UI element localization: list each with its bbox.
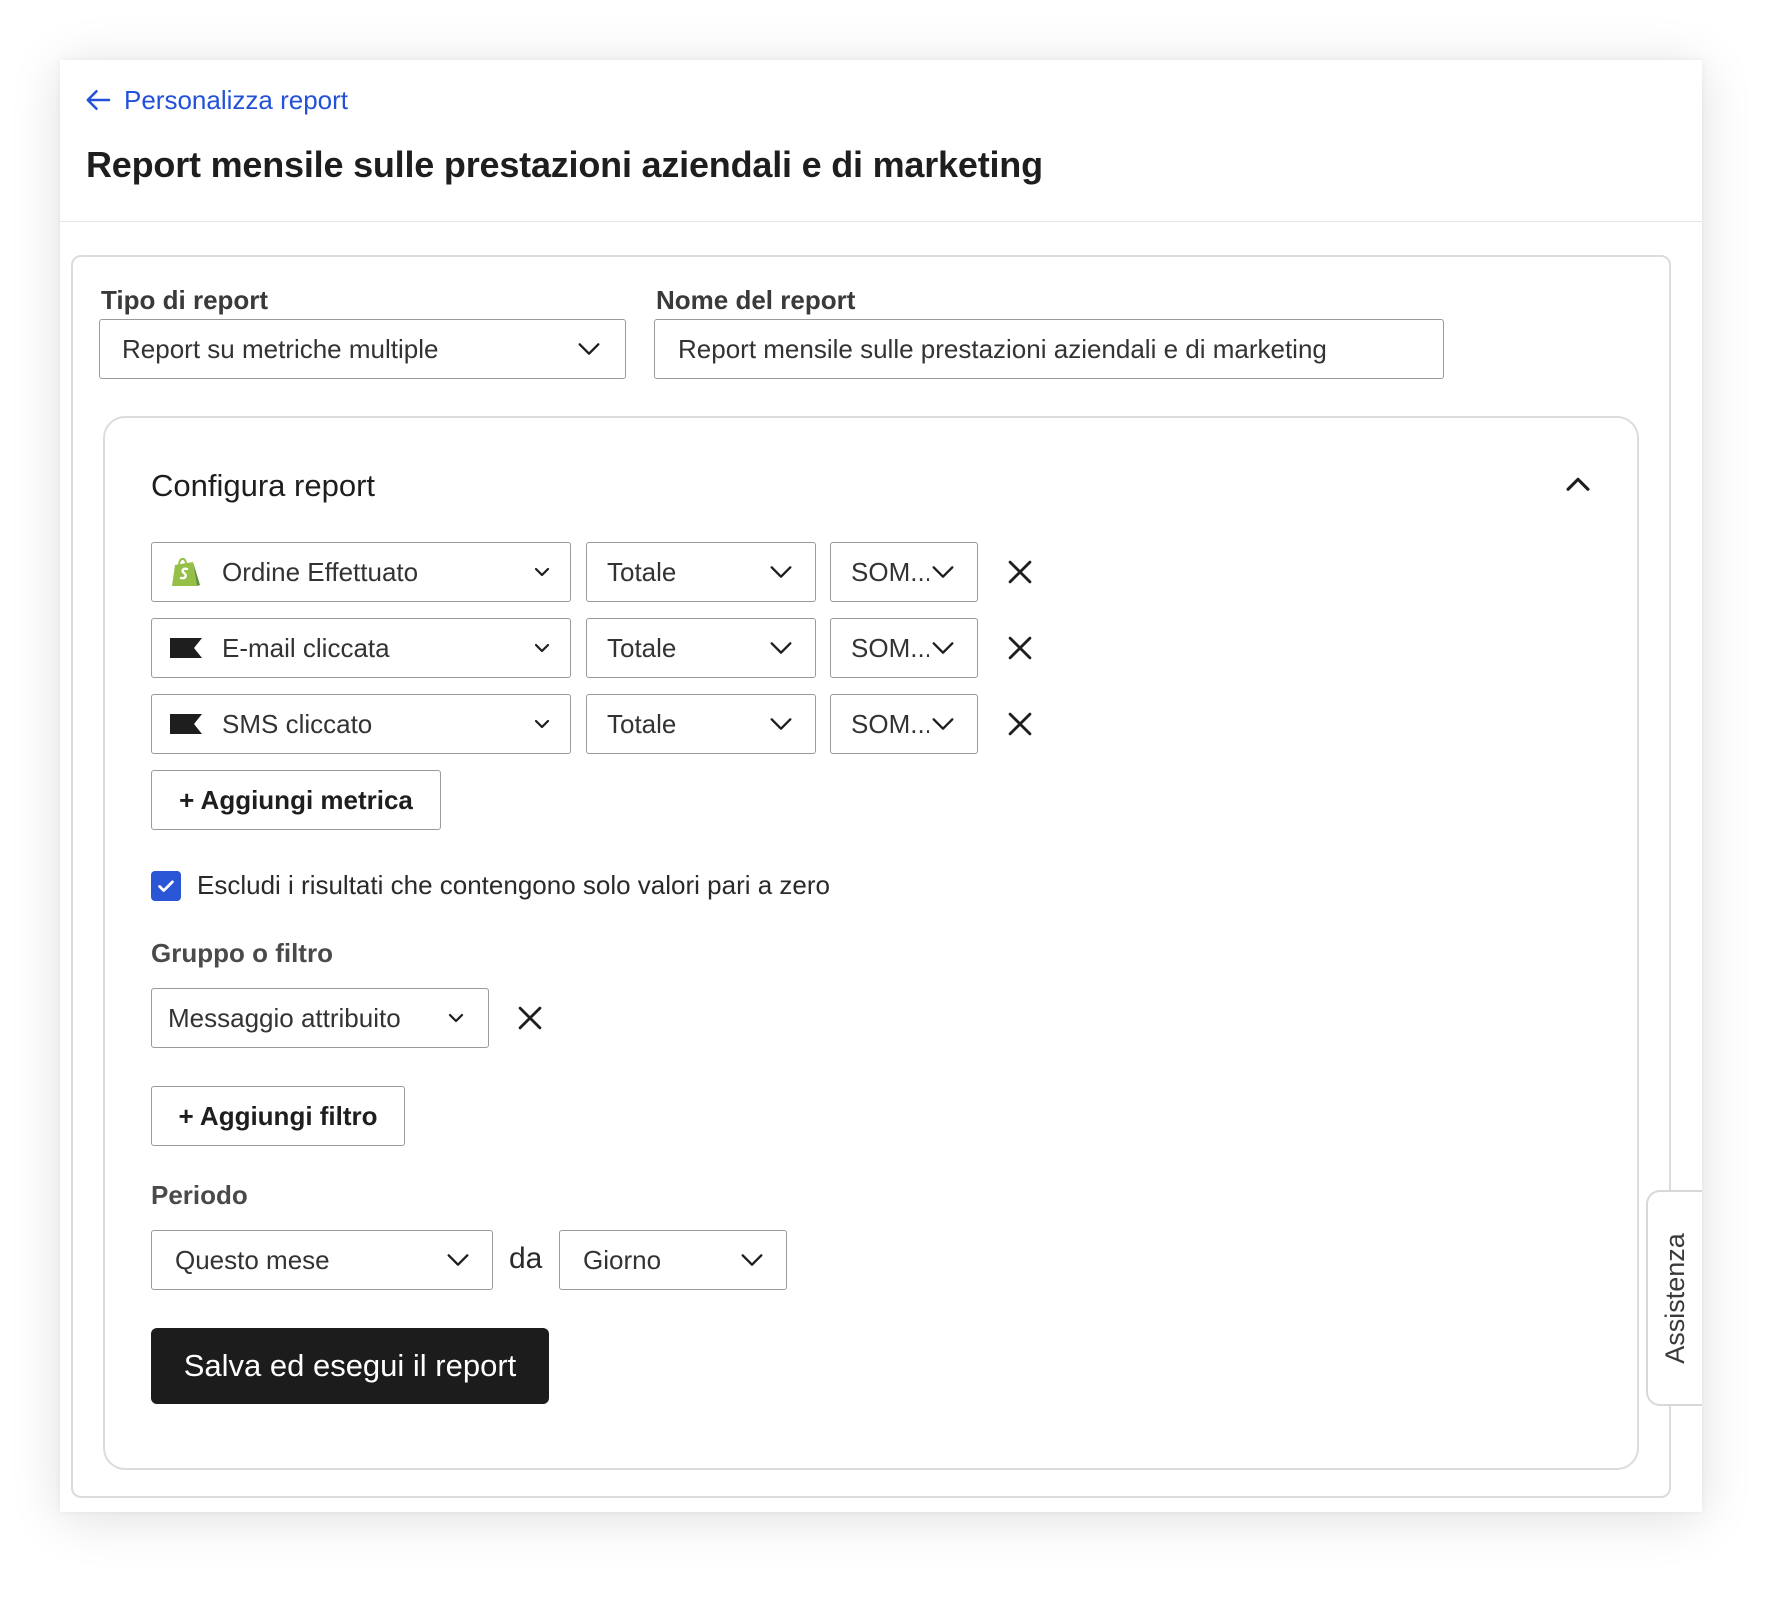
period-label: Periodo	[151, 1180, 248, 1210]
back-link[interactable]: Personalizza report	[84, 80, 348, 120]
chevron-down-icon	[770, 642, 792, 654]
metric-aggregation-select[interactable]: SOM...	[830, 618, 978, 678]
add-metric-button[interactable]: + Aggiungi metrica	[151, 770, 441, 830]
metric-measure-value: Totale	[607, 556, 677, 587]
period-granularity-select[interactable]: Giorno	[559, 1230, 787, 1290]
metric-event-value: Ordine Effettuato	[222, 556, 419, 587]
metric-event-value: E-mail cliccata	[222, 632, 390, 663]
remove-metric-icon[interactable]	[1003, 631, 1037, 665]
configure-report-section: Configura report Ordine Effettuato Total…	[103, 416, 1639, 1470]
period-range-select[interactable]: Questo mese	[151, 1230, 493, 1290]
flag-icon	[170, 714, 202, 734]
chevron-down-icon	[534, 719, 550, 729]
report-type-value: Report su metriche multiple	[122, 333, 439, 364]
help-tab-label: Assistenza	[1659, 1232, 1690, 1364]
configure-report-title: Configura report	[151, 468, 376, 503]
report-name-input[interactable]: Report mensile sulle prestazioni azienda…	[654, 319, 1444, 379]
metric-event-value: SMS cliccato	[222, 708, 373, 739]
group-filter-select[interactable]: Messaggio attribuito	[151, 988, 489, 1048]
save-and-run-button[interactable]: Salva ed esegui il report	[151, 1328, 549, 1404]
checkmark-icon	[158, 880, 174, 892]
report-form-panel: Tipo di report Report su metriche multip…	[71, 255, 1671, 1498]
shopify-icon	[172, 557, 200, 586]
period-range-value: Questo mese	[175, 1244, 330, 1275]
chevron-down-icon	[741, 1254, 763, 1266]
page-title: Report mensile sulle prestazioni azienda…	[86, 144, 1043, 185]
group-filter-label: Gruppo o filtro	[151, 938, 333, 968]
metric-measure-select[interactable]: Totale	[586, 694, 816, 754]
metric-row: Ordine Effettuato Totale SOM...	[151, 542, 1171, 602]
metric-row: E-mail cliccata Totale SOM...	[151, 618, 1171, 678]
metric-measure-select[interactable]: Totale	[586, 618, 816, 678]
metric-aggregation-value: SOM...	[851, 708, 929, 739]
remove-filter-icon[interactable]	[513, 1001, 547, 1035]
metric-measure-value: Totale	[607, 632, 677, 663]
chevron-down-icon	[770, 718, 792, 730]
chevron-down-icon	[770, 566, 792, 578]
remove-metric-icon[interactable]	[1003, 707, 1037, 741]
help-tab[interactable]: Assistenza	[1646, 1190, 1702, 1406]
group-filter-value: Messaggio attribuito	[168, 1002, 401, 1033]
metric-aggregation-select[interactable]: SOM...	[830, 542, 978, 602]
chevron-down-icon	[534, 567, 550, 577]
chevron-up-icon[interactable]	[1561, 468, 1595, 502]
chevron-down-icon	[932, 718, 954, 730]
chevron-down-icon	[534, 643, 550, 653]
exclude-zero-label: Escludi i risultati che contengono solo …	[197, 870, 831, 900]
metric-aggregation-value: SOM...	[851, 632, 929, 663]
metric-aggregation-select[interactable]: SOM...	[830, 694, 978, 754]
period-granularity-value: Giorno	[583, 1244, 662, 1275]
metric-event-select[interactable]: SMS cliccato	[151, 694, 571, 754]
arrow-left-icon	[86, 90, 111, 110]
chevron-down-icon	[447, 1254, 469, 1266]
period-connector: da	[509, 1242, 543, 1275]
report-type-select[interactable]: Report su metriche multiple	[99, 319, 626, 379]
metric-row: SMS cliccato Totale SOM...	[151, 694, 1171, 754]
add-filter-button[interactable]: + Aggiungi filtro	[151, 1086, 405, 1146]
chevron-down-icon	[932, 566, 954, 578]
exclude-zero-option[interactable]: Escludi i risultati che contengono solo …	[151, 870, 830, 901]
report-name-label: Nome del report	[656, 285, 856, 315]
chevron-down-icon	[448, 1013, 464, 1023]
report-type-label: Tipo di report	[101, 285, 269, 315]
flag-icon	[170, 638, 202, 658]
remove-metric-icon[interactable]	[1003, 555, 1037, 589]
exclude-zero-checkbox[interactable]	[151, 870, 181, 901]
metric-event-select[interactable]: Ordine Effettuato	[151, 542, 571, 602]
back-link-label: Personalizza report	[124, 84, 348, 115]
metric-measure-select[interactable]: Totale	[586, 542, 816, 602]
metric-aggregation-value: SOM...	[851, 556, 929, 587]
metric-event-select[interactable]: E-mail cliccata	[151, 618, 571, 678]
header-divider	[60, 221, 1702, 222]
report-editor-card: Personalizza report Report mensile sulle…	[60, 60, 1702, 1512]
report-name-value: Report mensile sulle prestazioni azienda…	[678, 333, 1327, 364]
chevron-down-icon	[932, 642, 954, 654]
chevron-down-icon	[578, 343, 600, 355]
metric-measure-value: Totale	[607, 708, 677, 739]
